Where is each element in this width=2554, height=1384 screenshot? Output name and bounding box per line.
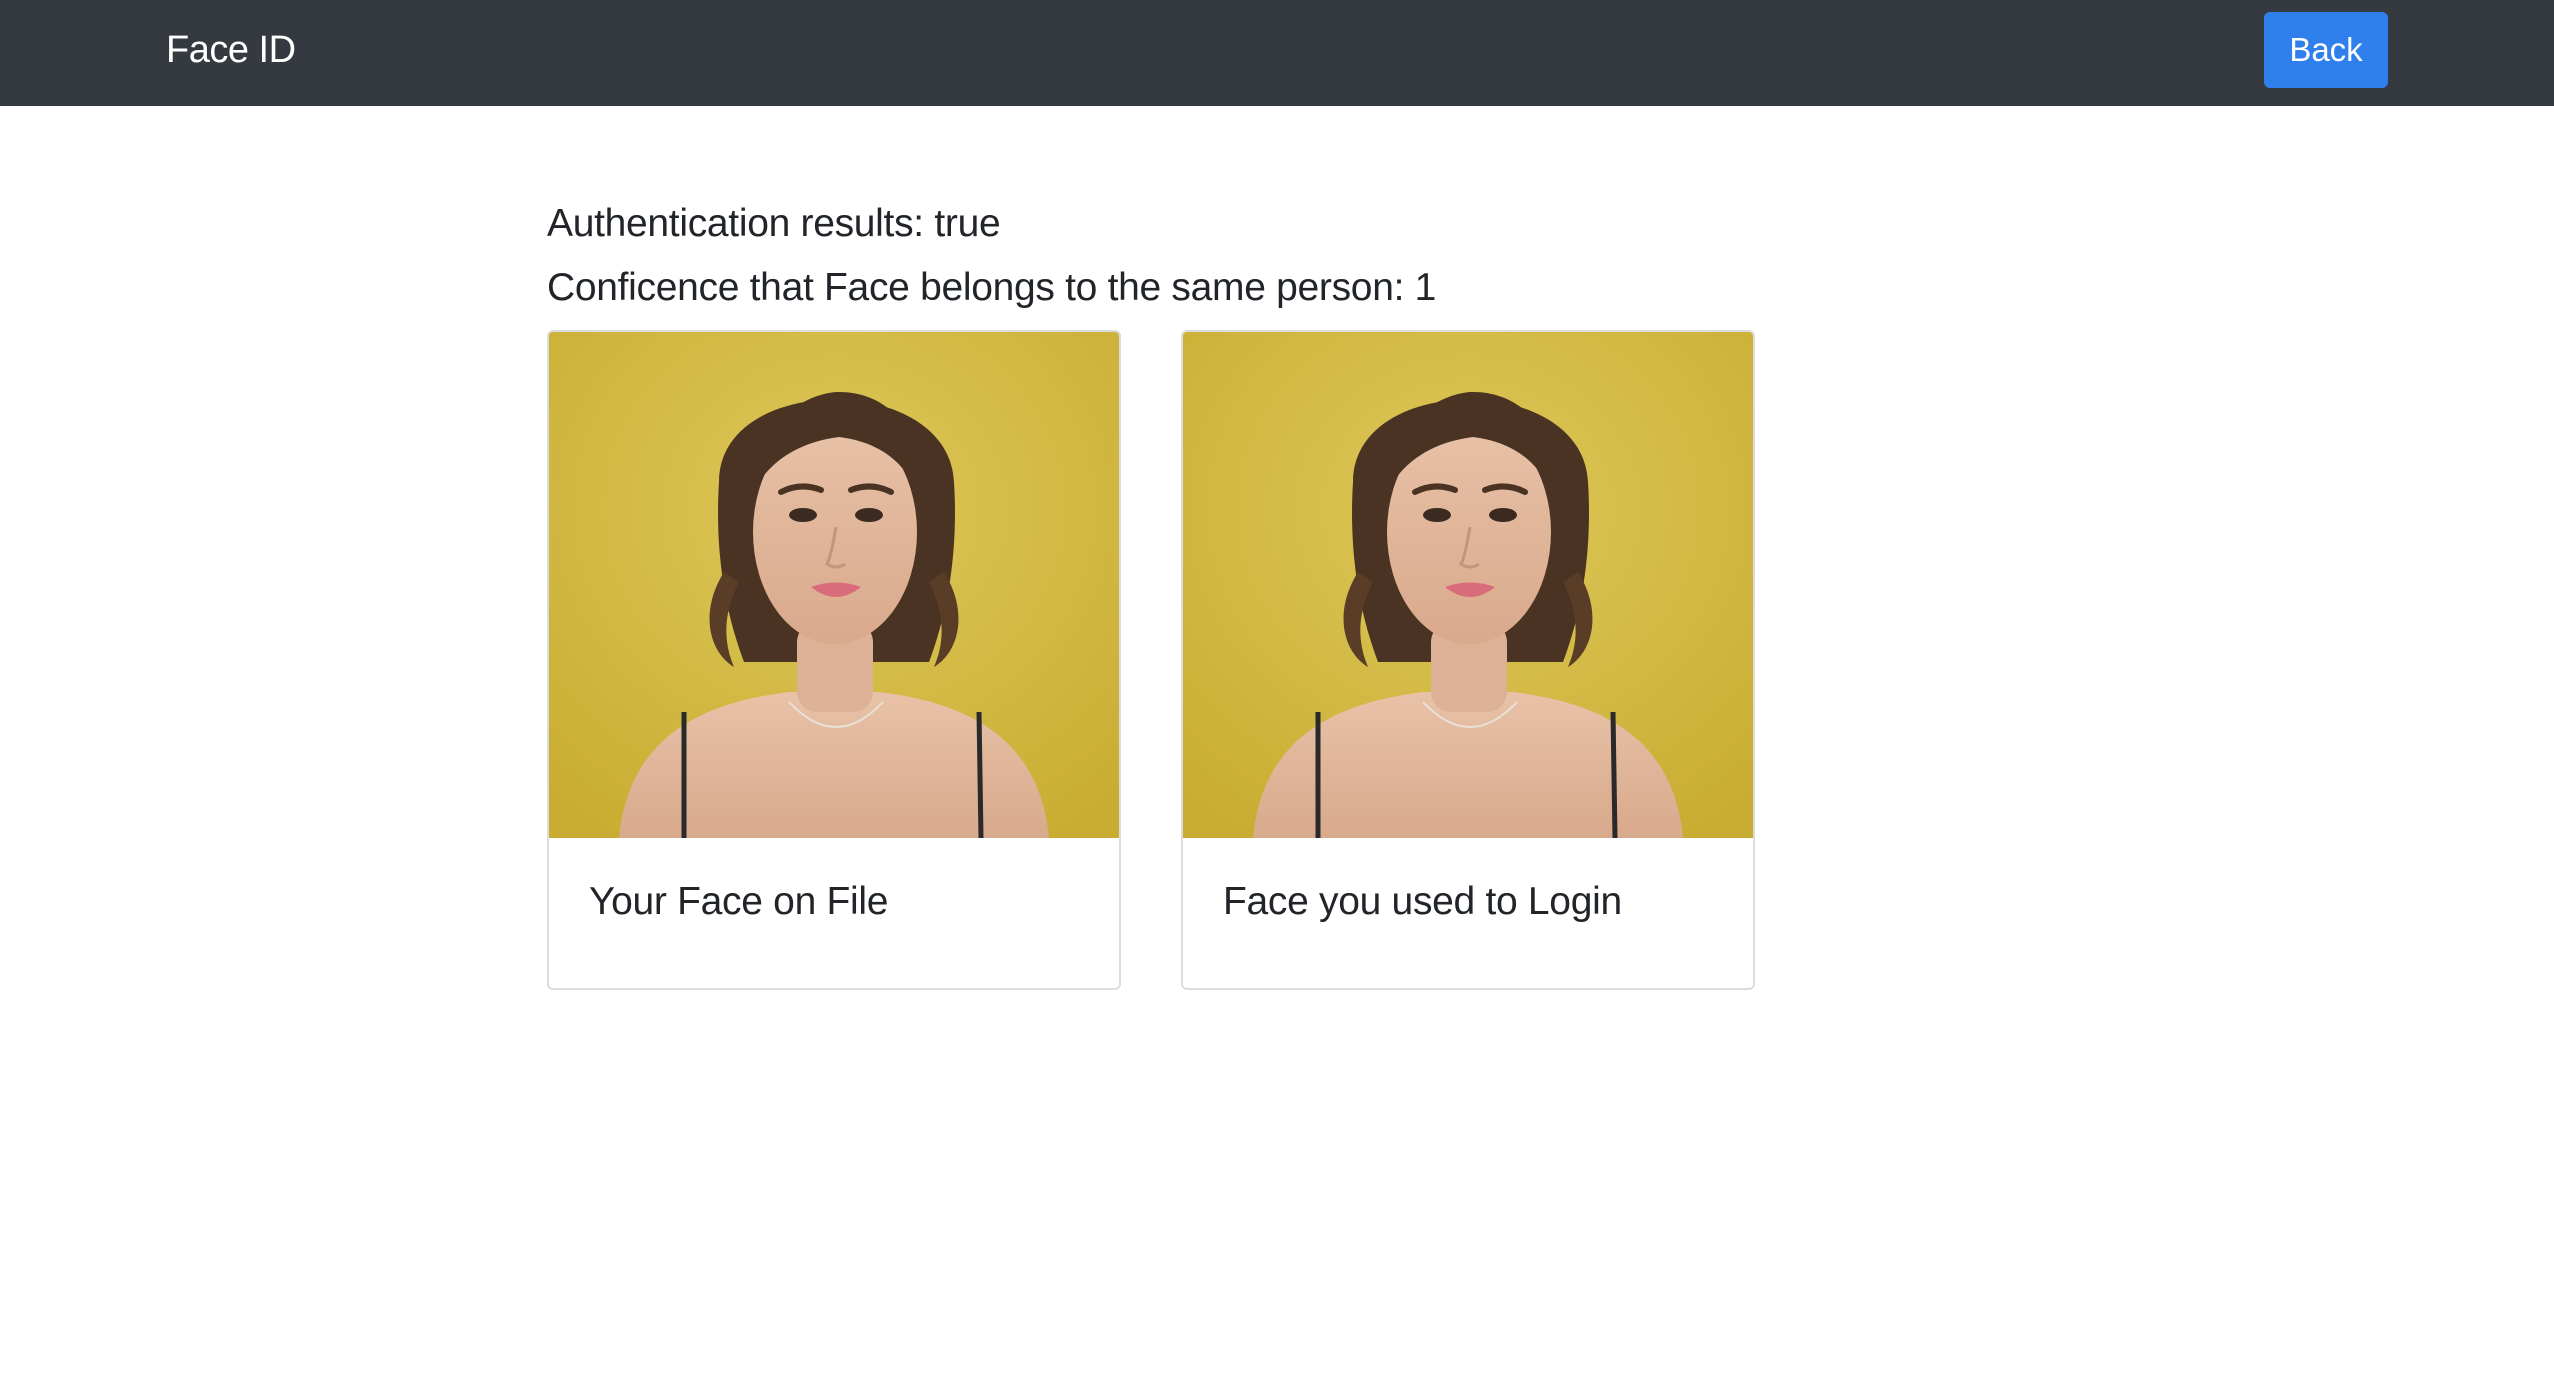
confidence-result: Conficence that Face belongs to the same…: [547, 266, 1437, 309]
face-on-file-card: Your Face on File: [547, 330, 1121, 990]
login-face-title: Face you used to Login: [1223, 880, 1622, 923]
back-button[interactable]: Back: [2264, 12, 2388, 88]
navbar: Face ID Back: [0, 0, 2554, 106]
face-on-file-photo: [549, 332, 1119, 838]
login-face-card: Face you used to Login: [1181, 330, 1755, 990]
brand-title[interactable]: Face ID: [166, 26, 296, 74]
results-section: Authentication results: true Conficence …: [547, 200, 1436, 328]
authentication-result: Authentication results: true: [547, 202, 1001, 245]
login-face-photo: [1183, 332, 1753, 838]
face-on-file-title: Your Face on File: [589, 880, 889, 923]
